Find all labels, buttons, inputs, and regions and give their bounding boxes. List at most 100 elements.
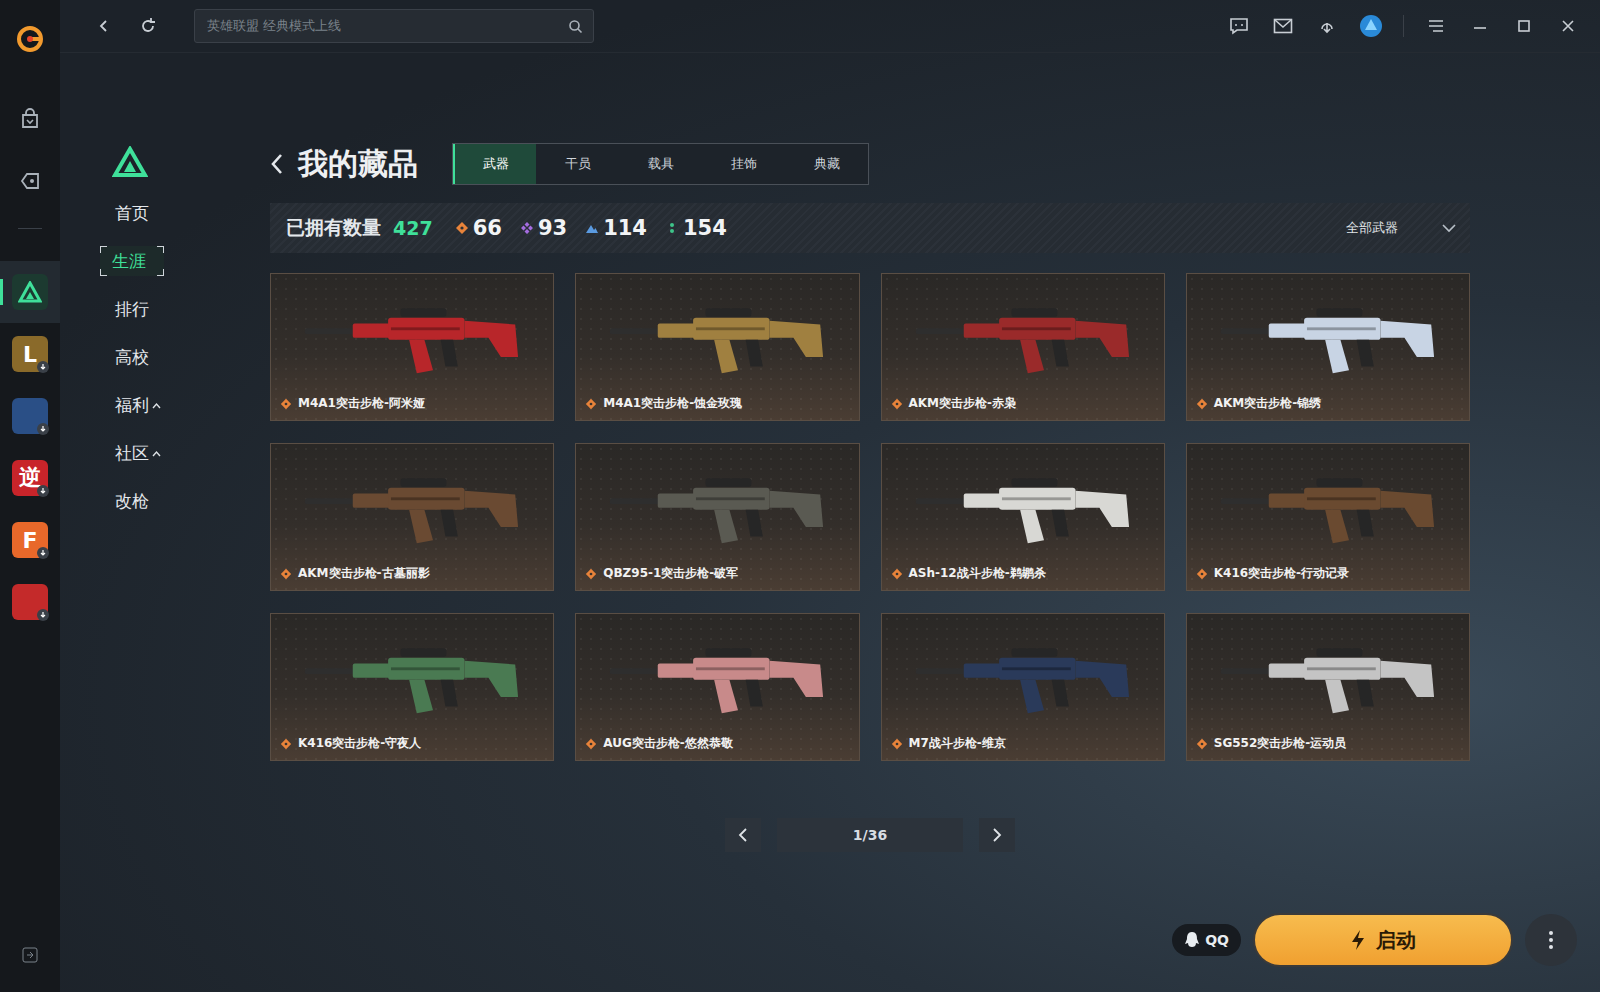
game-tile[interactable] — [0, 261, 60, 323]
sidebar-item[interactable]: 福利 — [112, 390, 164, 420]
category-tab[interactable]: 武器 — [453, 144, 536, 184]
minimize-icon[interactable] — [1468, 14, 1492, 38]
rarity-diamond-icon — [891, 398, 903, 410]
weapon-grid: M4A1突击步枪-阿米娅 M4A1突击步枪-蚀金玫瑰 AKM突击步枪-赤枭 AK… — [270, 273, 1470, 761]
close-icon[interactable] — [1556, 14, 1580, 38]
game-tile[interactable]: 逆 — [0, 447, 60, 509]
menu-icon[interactable] — [1424, 14, 1448, 38]
weapon-image — [271, 274, 553, 395]
rarity-diamond-icon — [585, 738, 597, 750]
rarity-count: 93 — [520, 216, 567, 240]
search-icon[interactable] — [568, 19, 583, 34]
refresh-icon[interactable] — [136, 14, 160, 38]
rarity-diamond-icon — [891, 568, 903, 580]
category-tab[interactable]: 挂饰 — [702, 144, 785, 184]
weapon-card[interactable]: SG552突击步枪-运动员 — [1186, 613, 1470, 761]
rarity-dots-icon — [665, 221, 679, 235]
owned-label: 已拥有数量 — [286, 215, 381, 241]
rail-divider — [18, 228, 42, 229]
avatar-icon[interactable] — [1359, 14, 1383, 38]
weapon-name: QBZ95-1突击步枪-破军 — [576, 565, 858, 590]
weapon-image — [1187, 614, 1469, 735]
category-tab[interactable]: 载具 — [619, 144, 702, 184]
weapon-card[interactable]: AKM突击步枪-锦绣 — [1186, 273, 1470, 421]
rifle-icon — [602, 292, 832, 378]
owned-count: 427 — [393, 217, 433, 239]
game-tile[interactable]: L — [0, 323, 60, 385]
game-logo-icon[interactable] — [12, 274, 48, 310]
rifle-icon — [908, 292, 1138, 378]
chat-icon[interactable] — [1227, 14, 1251, 38]
game-tile[interactable]: F — [0, 509, 60, 571]
weapon-card[interactable]: M4A1突击步枪-蚀金玫瑰 — [575, 273, 859, 421]
next-page-button[interactable] — [979, 818, 1015, 852]
launch-bar: QQ 启动 — [1172, 913, 1577, 967]
caret-up-icon — [152, 450, 161, 457]
weapon-card[interactable]: AKM突击步枪-赤枭 — [881, 273, 1165, 421]
rarity-diamond-icon — [1196, 738, 1208, 750]
weapon-name: AUG突击步枪-悠然恭敬 — [576, 735, 858, 760]
weapon-card[interactable]: K416突击步枪-行动记录 — [1186, 443, 1470, 591]
back-icon[interactable] — [92, 14, 116, 38]
sidebar-item[interactable]: 高校 — [112, 342, 164, 372]
sidebar-item[interactable]: 改枪 — [112, 486, 164, 516]
sidebar-item[interactable]: 首页 — [112, 198, 164, 228]
qq-button[interactable]: QQ — [1172, 924, 1241, 956]
store-bag-icon[interactable] — [19, 104, 41, 134]
weapon-image — [576, 614, 858, 735]
rarity-cluster-icon — [520, 221, 534, 235]
rifle-icon — [602, 462, 832, 548]
weapon-image — [271, 614, 553, 735]
start-button[interactable]: 启动 — [1253, 913, 1513, 967]
weapon-filter-dropdown[interactable]: 全部武器 — [1346, 219, 1456, 237]
weapon-card[interactable]: M4A1突击步枪-阿米娅 — [270, 273, 554, 421]
sidebar-item[interactable]: 排行 — [112, 294, 164, 324]
delta-logo-icon[interactable] — [112, 146, 148, 182]
game-tile[interactable] — [0, 571, 60, 633]
rifle-icon — [1213, 632, 1443, 718]
rarity-count: 114 — [585, 216, 647, 240]
collapse-icon[interactable] — [22, 940, 38, 970]
more-options-icon[interactable] — [1525, 914, 1577, 966]
weapon-image — [882, 614, 1164, 735]
sidebar-item[interactable]: 生涯 — [100, 246, 164, 276]
wegame-logo-icon[interactable] — [16, 22, 44, 56]
rifle-icon — [1213, 292, 1443, 378]
weapon-card[interactable]: M7战斗步枪-维京 — [881, 613, 1165, 761]
weapon-image — [576, 444, 858, 565]
maximize-icon[interactable] — [1512, 14, 1536, 38]
search-field[interactable]: 英雄联盟 经典模式上线 — [194, 9, 594, 43]
prev-page-button[interactable] — [725, 818, 761, 852]
page-back-icon[interactable] — [270, 152, 284, 176]
weapon-name: M4A1突击步枪-阿米娅 — [271, 395, 553, 420]
weapon-card[interactable]: QBZ95-1突击步枪-破军 — [575, 443, 859, 591]
weapon-image — [882, 274, 1164, 395]
weapon-image — [1187, 274, 1469, 395]
weapon-card[interactable]: AKM突击步枪-古墓丽影 — [270, 443, 554, 591]
download-icon[interactable] — [1315, 14, 1339, 38]
weapon-card[interactable]: ASh-12战斗步枪-鹈鹕杀 — [881, 443, 1165, 591]
weapon-name: AKM突击步枪-赤枭 — [882, 395, 1164, 420]
weapon-image — [882, 444, 1164, 565]
page-indicator: 1/36 — [777, 818, 963, 852]
download-badge-icon — [37, 423, 49, 435]
weapon-image — [576, 274, 858, 395]
top-bar: 英雄联盟 经典模式上线 — [60, 0, 1600, 53]
rifle-icon — [297, 632, 527, 718]
download-badge-icon — [37, 547, 49, 559]
rifle-icon — [297, 292, 527, 378]
rarity-diamond-icon — [455, 221, 469, 235]
collection-content: 我的藏品 武器干员载具挂饰典藏 已拥有数量 427 66 93 114 154 … — [270, 53, 1470, 992]
weapon-card[interactable]: AUG突击步枪-悠然恭敬 — [575, 613, 859, 761]
game-tile[interactable] — [0, 385, 60, 447]
category-tab[interactable]: 典藏 — [785, 144, 868, 184]
tag-icon[interactable] — [19, 166, 41, 196]
sidebar-item[interactable]: 社区 — [112, 438, 164, 468]
stats-bar: 已拥有数量 427 66 93 114 154 全部武器 — [270, 203, 1470, 253]
rarity-diamond-icon — [585, 568, 597, 580]
weapon-name: AKM突击步枪-锦绣 — [1187, 395, 1469, 420]
game-rail: L 逆 F — [0, 0, 60, 992]
mail-icon[interactable] — [1271, 14, 1295, 38]
weapon-card[interactable]: K416突击步枪-守夜人 — [270, 613, 554, 761]
category-tab[interactable]: 干员 — [536, 144, 619, 184]
